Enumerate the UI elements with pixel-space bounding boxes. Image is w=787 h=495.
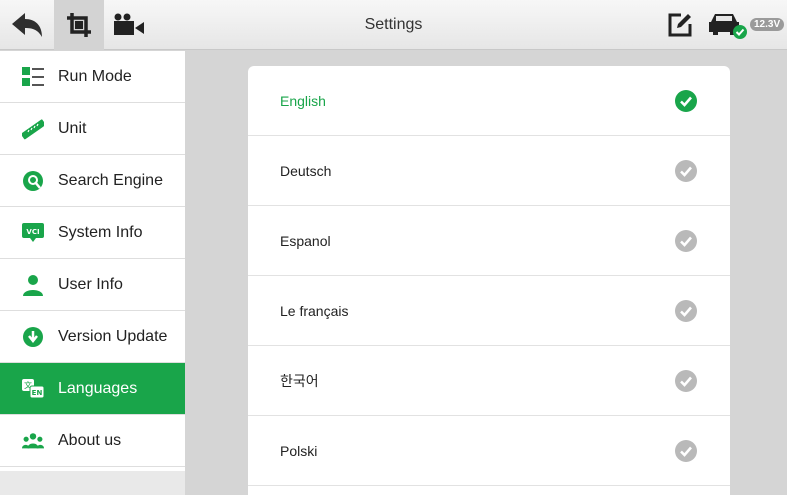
sidebar-empty-area — [0, 471, 185, 495]
search-engine-icon — [22, 170, 44, 192]
sidebar-item-unit[interactable]: Unit — [0, 103, 185, 155]
edit-icon — [668, 13, 692, 37]
language-item-korean[interactable]: 한국어 — [248, 346, 730, 416]
battery-voltage-badge: 12.3V — [750, 18, 785, 31]
edit-button[interactable] — [660, 0, 700, 50]
sidebar-item-user-info[interactable]: User Info — [0, 259, 185, 311]
screenshot-button[interactable] — [54, 0, 104, 50]
sidebar-item-system-info[interactable]: VCI System Info — [0, 207, 185, 259]
top-bar: Settings 12.3V — [0, 0, 787, 50]
sidebar-item-label: Run Mode — [58, 67, 132, 85]
sidebar-item-version-update[interactable]: Version Update — [0, 311, 185, 363]
language-item-deutsch[interactable]: Deutsch — [248, 136, 730, 206]
sidebar-item-about-us[interactable]: About us — [0, 415, 185, 467]
svg-text:EN: EN — [32, 389, 43, 397]
user-icon — [22, 274, 44, 296]
sidebar-item-run-mode[interactable]: Run Mode — [0, 51, 185, 103]
sidebar-item-search-engine[interactable]: Search Engine — [0, 155, 185, 207]
group-icon — [22, 430, 44, 452]
language-label: 한국어 — [280, 372, 319, 389]
language-item-polski[interactable]: Polski — [248, 416, 730, 486]
back-arrow-icon — [12, 13, 42, 37]
sidebar-item-label: Languages — [58, 379, 138, 397]
ruler-icon — [22, 118, 44, 140]
sidebar-item-label: Version Update — [58, 327, 168, 345]
sidebar-item-label: Search Engine — [58, 171, 163, 189]
check-unselected-icon — [675, 299, 697, 322]
video-record-button[interactable] — [104, 0, 154, 50]
svg-text:VCI: VCI — [26, 228, 39, 236]
check-selected-icon — [675, 89, 697, 112]
sidebar-item-label: About us — [58, 431, 122, 449]
video-record-icon — [114, 13, 144, 35]
sidebar-item-label: User Info — [58, 275, 123, 293]
sidebar-item-label: Unit — [58, 119, 87, 137]
vci-icon: VCI — [22, 222, 44, 244]
language-list: English Deutsch Espanol Le français 한국어 — [248, 66, 730, 495]
settings-sidebar: Run Mode Unit Search Engine VCI System I… — [0, 51, 185, 471]
screenshot-crop-icon — [67, 13, 91, 37]
vci-status-button[interactable] — [704, 0, 752, 50]
language-item-english[interactable]: English — [248, 66, 730, 136]
check-unselected-icon — [675, 229, 697, 252]
back-button[interactable] — [0, 0, 54, 50]
sidebar-item-languages[interactable]: 文 EN Languages — [0, 363, 185, 415]
language-item-espanol[interactable]: Espanol — [248, 206, 730, 276]
languages-icon: 文 EN — [22, 378, 44, 400]
check-unselected-icon — [675, 439, 697, 462]
check-unselected-icon — [675, 369, 697, 392]
language-label: English — [280, 92, 326, 109]
sidebar-item-label: System Info — [58, 223, 143, 241]
check-unselected-icon — [675, 159, 697, 182]
download-icon — [22, 326, 44, 348]
language-label: Deutsch — [280, 162, 332, 179]
language-label: Le français — [280, 302, 349, 319]
language-label: Espanol — [280, 232, 331, 249]
vci-car-connected-icon — [709, 14, 747, 39]
run-mode-icon — [22, 66, 44, 88]
language-label: Polski — [280, 442, 318, 459]
language-item-francais[interactable]: Le français — [248, 276, 730, 346]
